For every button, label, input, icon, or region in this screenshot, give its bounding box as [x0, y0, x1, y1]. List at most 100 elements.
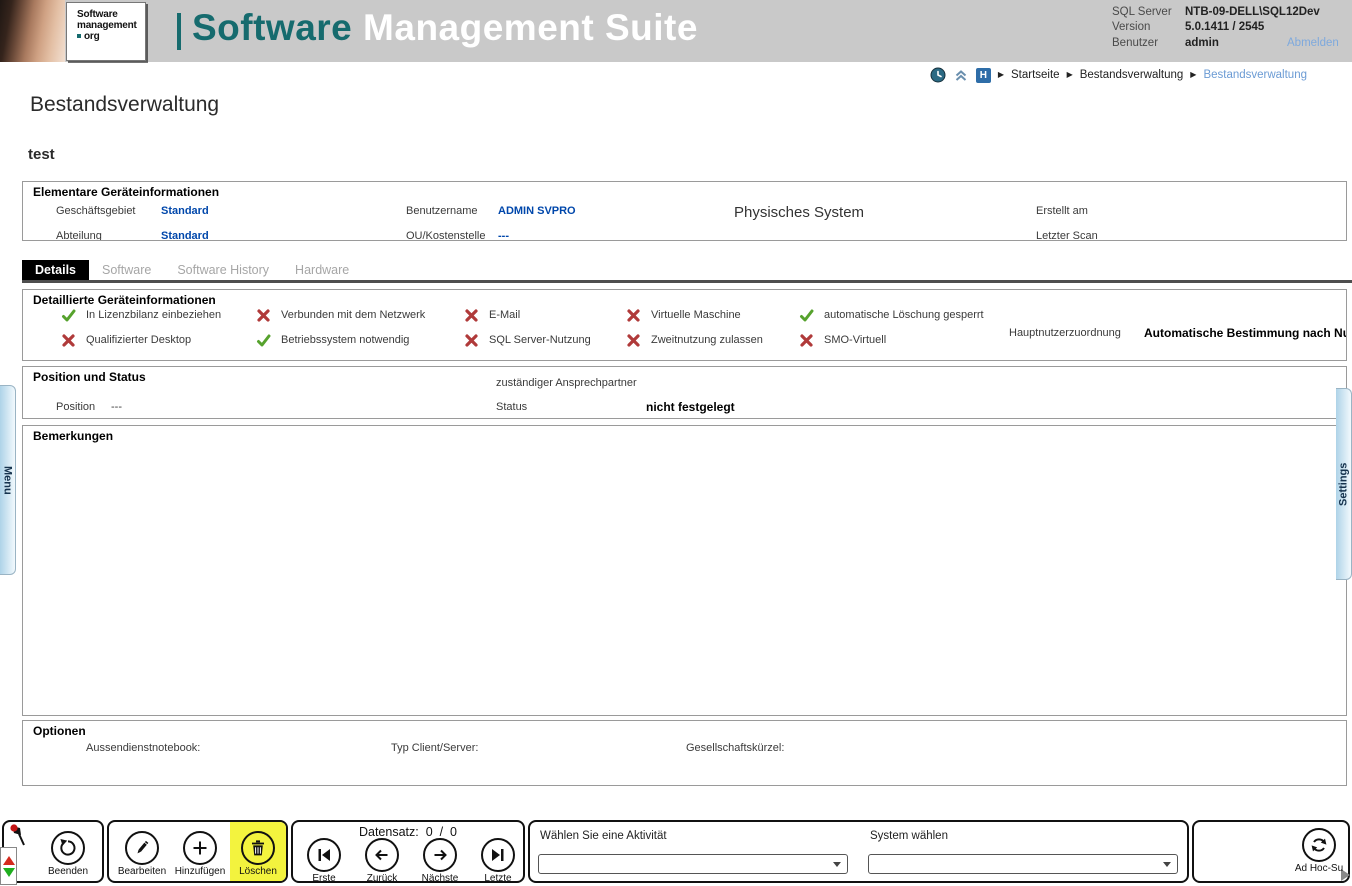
flag-sql-server-nutzung: SQL Server-Nutzung [464, 332, 591, 348]
geschaeftsgebiet-label: Geschäftsgebiet [56, 205, 136, 217]
flag-lizenzbilanz: In Lizenzbilanz einbeziehen [61, 307, 221, 323]
bestandsverwaltung-page: Software management org Software Managem… [0, 0, 1352, 886]
cross-icon [464, 308, 479, 323]
version-label: Version [1112, 21, 1150, 33]
version-value: 5.0.1411 / 2545 [1185, 21, 1264, 33]
panel-position-und-status: Position und Status zuständiger Ansprech… [22, 366, 1347, 419]
beenden-button[interactable]: Beenden [39, 831, 97, 877]
toolbar-group-edit: Bearbeiten Hinzufügen Löschen [107, 820, 288, 883]
status-label: Status [496, 401, 527, 413]
geschaeftsgebiet-value[interactable]: Standard [161, 205, 209, 217]
tab-hardware[interactable]: Hardware [282, 260, 362, 280]
loeschen-button[interactable]: Löschen [229, 831, 287, 877]
position-value: --- [111, 401, 122, 413]
settings-side-tab[interactable]: Settings [1336, 388, 1352, 580]
breadcrumb-arrow-icon: ▶ [998, 67, 1004, 83]
breadcrumb-item-current[interactable]: Bestandsverwaltung [1203, 69, 1307, 81]
flag-label: SMO-Virtuell [824, 334, 886, 346]
trash-icon [241, 831, 275, 865]
flag-label: Verbunden mit dem Netzwerk [281, 309, 425, 321]
logo-line2: management [77, 20, 145, 31]
flag-label: In Lizenzbilanz einbeziehen [86, 309, 221, 321]
datensatz-current: 0 [426, 825, 433, 839]
plus-icon [183, 831, 217, 865]
naechste-button[interactable]: Nächste [411, 838, 469, 883]
undo-icon [51, 831, 85, 865]
flag-loeschung-gesperrt: automatische Löschung gesperrt [799, 307, 984, 323]
breadcrumb-item-startseite[interactable]: Startseite [1011, 69, 1060, 81]
app-title: Software Management Suite [192, 7, 698, 49]
panel-title: Elementare Geräteinformationen [33, 185, 219, 199]
abteilung-value[interactable]: Standard [161, 230, 209, 241]
history-icon[interactable] [930, 67, 946, 83]
tab-details[interactable]: Details [22, 260, 89, 280]
chevron-down-icon [833, 862, 841, 867]
hauptnutzer-value: Automatische Bestimmung nach Nutzung [1144, 326, 1347, 340]
app-header: Software management org Software Managem… [0, 0, 1352, 62]
benutzername-label: Benutzername [406, 205, 478, 217]
tab-underline [22, 280, 1352, 283]
menu-side-tab[interactable]: Menu [0, 385, 16, 575]
gesellschaftskuerzel-label: Gesellschaftskürzel: [686, 742, 784, 754]
system-select[interactable] [868, 854, 1178, 874]
erste-button[interactable]: Erste [295, 838, 353, 883]
check-icon [61, 308, 76, 323]
cross-icon [799, 333, 814, 348]
logo-line1: Software [77, 9, 145, 20]
benutzer-label: Benutzer [1112, 37, 1158, 49]
tab-software[interactable]: Software [89, 260, 164, 280]
breadcrumb-arrow-icon: ▶ [1190, 67, 1196, 83]
zurueck-button[interactable]: Zurück [353, 838, 411, 883]
toolbar-group-selects: Wählen Sie eine Aktivität System wählen [528, 820, 1189, 883]
breadcrumb: H ▶ Startseite ▶ Bestandsverwaltung ▶ Be… [930, 67, 1307, 83]
flag-label: E-Mail [489, 309, 520, 321]
arrow-right-icon [423, 838, 457, 872]
typ-client-server-label: Typ Client/Server: [391, 742, 478, 754]
tab-software-history[interactable]: Software History [164, 260, 282, 280]
scroll-top-icon[interactable] [953, 67, 969, 83]
sql-server-label: SQL Server [1112, 6, 1172, 18]
brand-divider [177, 13, 181, 50]
toolbar-group-adhoc: Ad Hoc-Su [1192, 820, 1350, 883]
help-icon[interactable]: H [976, 68, 991, 83]
benutzer-value: admin [1185, 37, 1219, 49]
ou-kostenstelle-value: --- [498, 230, 509, 241]
datensatz-counter: Datensatz: 0 / 0 [293, 825, 523, 839]
panel-elementare-geraeteinformationen: Elementare Geräteinformationen Geschäfts… [22, 181, 1347, 241]
arrow-down-icon [3, 868, 15, 877]
ad-hoc-suche-button[interactable]: Ad Hoc-Su [1290, 828, 1348, 874]
panel-title: Bemerkungen [33, 429, 113, 443]
aktivitaet-select[interactable] [538, 854, 848, 874]
bearbeiten-button[interactable]: Bearbeiten [113, 831, 171, 877]
panel-title: Position und Status [33, 370, 146, 384]
cross-icon [626, 333, 641, 348]
tab-strip: Details Software Software History Hardwa… [22, 258, 362, 280]
arrow-up-icon [3, 856, 15, 865]
chevron-down-icon [1163, 862, 1171, 867]
toolbar-group-exit: Beenden [2, 820, 104, 883]
toolbar-group-navigation: Datensatz: 0 / 0 Erste Zurück Nächste [291, 820, 525, 883]
flag-smo-virtuell: SMO-Virtuell [799, 332, 886, 348]
ansprechpartner-label: zuständiger Ansprechpartner [496, 377, 637, 389]
header-photo [0, 0, 65, 62]
letzte-button[interactable]: Letzte [469, 838, 525, 883]
hinzufuegen-button[interactable]: Hinzufügen [171, 831, 229, 877]
toolbar-splitter-handle[interactable] [0, 847, 17, 885]
position-label: Position [56, 401, 95, 413]
breadcrumb-arrow-icon: ▶ [1067, 67, 1073, 83]
flag-qualifizierter-desktop: Qualifizierter Desktop [61, 332, 191, 348]
arrow-left-icon [365, 838, 399, 872]
flag-email: E-Mail [464, 307, 520, 323]
flag-betriebssystem: Betriebssystem notwendig [256, 332, 409, 348]
flag-virtuelle-maschine: Virtuelle Maschine [626, 307, 741, 323]
flag-label: Qualifizierter Desktop [86, 334, 191, 346]
cross-icon [626, 308, 641, 323]
check-icon [799, 308, 814, 323]
breadcrumb-item-bestandsverwaltung[interactable]: Bestandsverwaltung [1080, 69, 1184, 81]
cross-icon [61, 333, 76, 348]
panel-optionen: Optionen Aussendienstnotebook: Typ Clien… [22, 720, 1347, 786]
skip-last-icon [481, 838, 515, 872]
benutzername-value[interactable]: ADMIN SVPRO [498, 205, 576, 217]
logout-link[interactable]: Abmelden [1287, 37, 1339, 49]
ou-kostenstelle-label: OU/Kostenstelle [406, 230, 485, 241]
